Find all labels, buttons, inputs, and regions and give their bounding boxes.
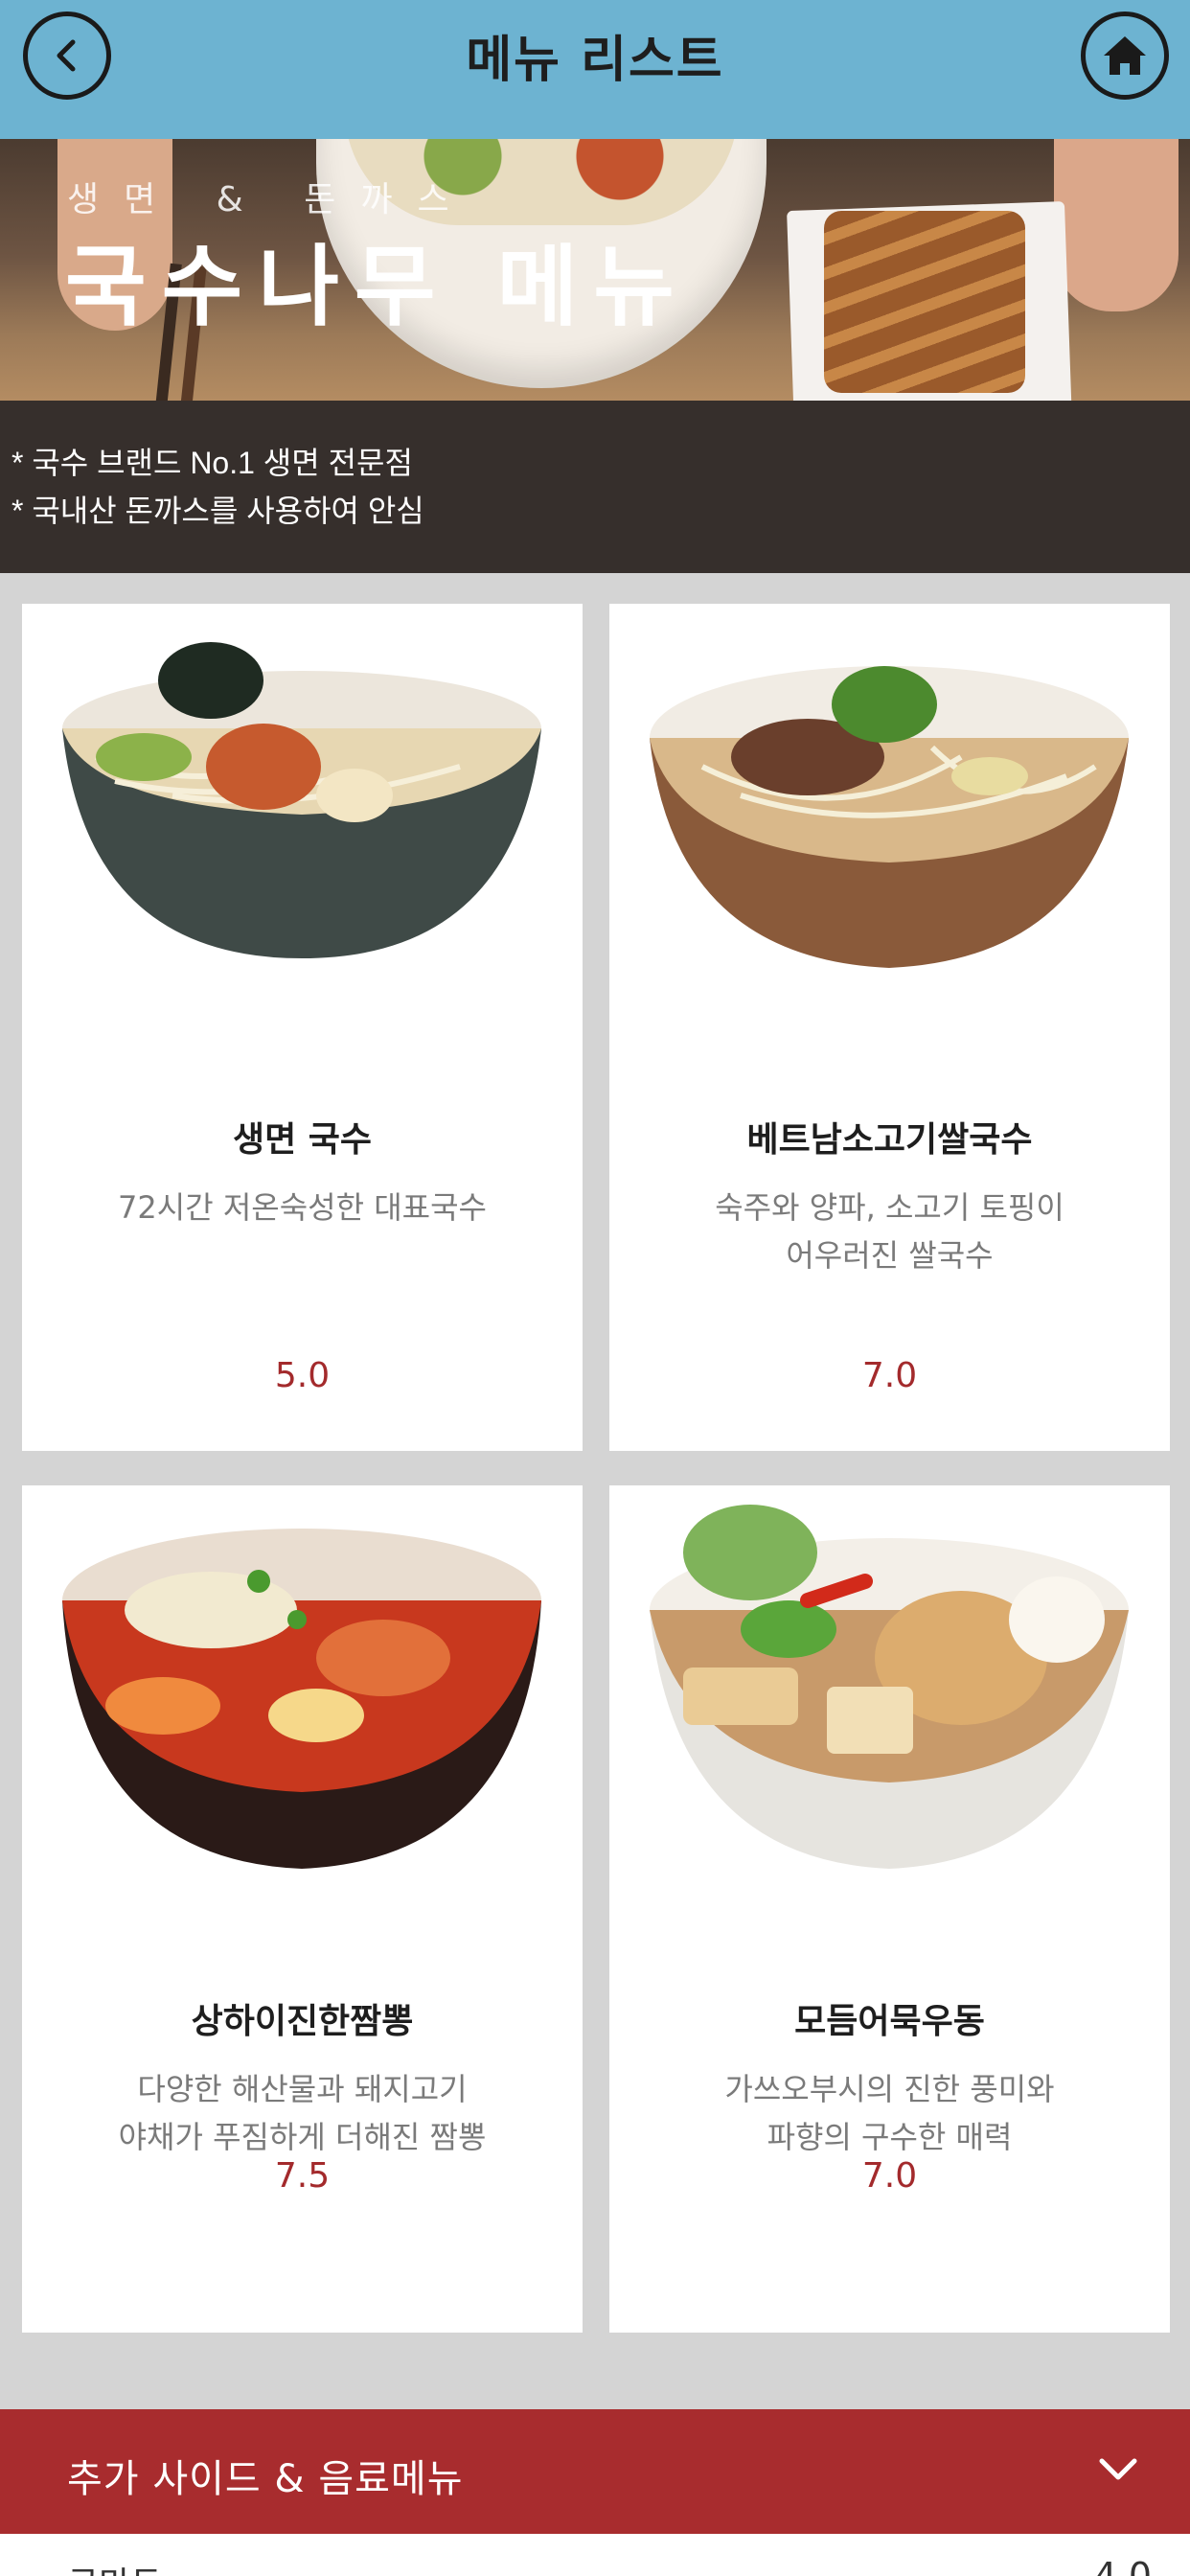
menu-price: 7.0 (861, 1356, 918, 1395)
dish-photo (650, 1505, 1129, 1869)
top-bar: 메뉴 리스트 (0, 0, 1190, 139)
menu-card[interactable]: 모듬어묵우동 가쓰오부시의 진한 풍미와 파향의 구수한 매력 7.0 (609, 1485, 1170, 2333)
note-line: * 국수 브랜드 No.1 생면 전문점 (11, 446, 413, 480)
menu-name: 생면 국수 (232, 1120, 372, 1160)
side-menu-item[interactable]: 군만두 4.0 (0, 2534, 1190, 2576)
menu-description: 다양한 해산물과 돼지고기 야채가 푸짐하게 더해진 짬뽕 (118, 2071, 487, 2155)
menu-name: 베트남소고기쌀국수 (746, 1120, 1033, 1160)
menu-price: 7.5 (274, 2156, 331, 2196)
menu-name: 모듬어묵우동 (794, 2002, 985, 2041)
dish-photo (650, 666, 1129, 968)
chevron-down-icon[interactable] (1094, 2446, 1142, 2494)
dish-photo (62, 1529, 541, 1869)
home-button[interactable] (1081, 12, 1169, 100)
menu-description: 숙주와 양파, 소고기 토핑이 어우러진 쌀국수 (715, 1189, 1064, 1274)
menu-card[interactable]: 상하이진한짬뽕 다양한 해산물과 돼지고기 야채가 푸짐하게 더해진 짬뽕 7.… (22, 1485, 583, 2333)
hero-banner: 생면 & 돈까스 국수나무 메뉴 (0, 139, 1190, 401)
banner-title: 국수나무 메뉴 (65, 236, 690, 338)
page-title: 메뉴 리스트 (466, 32, 724, 89)
banner-photo-hand (1054, 139, 1179, 311)
banner-subtitle: 생면 & 돈까스 (67, 180, 474, 219)
side-menu-label: 추가 사이드 & 음료메뉴 (67, 2457, 464, 2501)
side-menu-accordion[interactable]: 추가 사이드 & 음료메뉴 (0, 2409, 1190, 2534)
dish-photo (62, 642, 541, 958)
menu-price: 7.0 (861, 2156, 918, 2196)
banner-photo-cutlet (824, 211, 1025, 393)
menu-name: 상하이진한짬뽕 (191, 2002, 414, 2041)
menu-price: 5.0 (274, 1356, 331, 1395)
brand-notes: * 국수 브랜드 No.1 생면 전문점 * 국내산 돈까스를 사용하여 안심 (0, 401, 1190, 573)
side-item-name: 군만두 (67, 2557, 162, 2576)
home-icon (1104, 36, 1146, 75)
menu-description: 가쓰오부시의 진한 풍미와 파향의 구수한 매력 (724, 2071, 1055, 2155)
note-line: * 국내산 돈까스를 사용하여 안심 (11, 494, 424, 528)
side-item-price: 4.0 (1093, 2555, 1152, 2576)
menu-card[interactable]: 생면 국수 72시간 저온숙성한 대표국수 5.0 (22, 604, 583, 1451)
menu-card[interactable]: 베트남소고기쌀국수 숙주와 양파, 소고기 토핑이 어우러진 쌀국수 7.0 (609, 604, 1170, 1451)
menu-description: 72시간 저온숙성한 대표국수 (118, 1189, 487, 1226)
